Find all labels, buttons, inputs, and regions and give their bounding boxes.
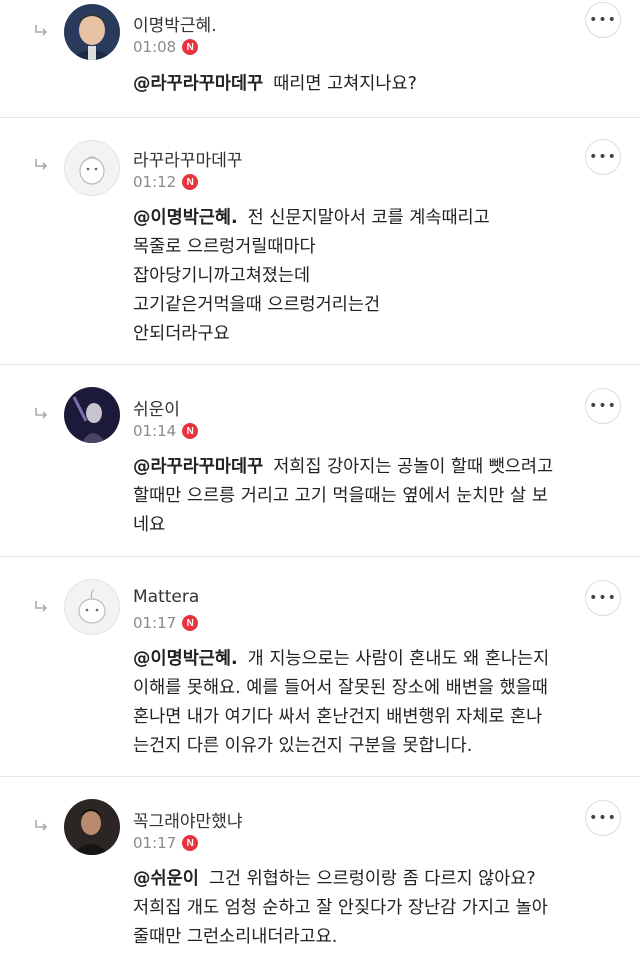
comment-nickname[interactable]: 꼭그래야만했냐: [133, 807, 242, 832]
comment-meta: 01:17 N: [133, 834, 199, 852]
mention-link[interactable]: @라꾸라꾸마데꾸: [133, 457, 263, 477]
comment-item: 라꾸라꾸마데꾸 01:12 N ••• @이명박근혜. 전 신문지말아서 코를 계…: [0, 118, 640, 365]
more-options-button[interactable]: •••: [585, 2, 621, 38]
reply-arrow-icon: [35, 408, 48, 419]
mention-link[interactable]: @라꾸라꾸마데꾸: [133, 74, 263, 94]
mention-link[interactable]: @이명박근혜.: [133, 208, 238, 228]
more-options-button[interactable]: •••: [585, 139, 621, 175]
comment-time: 01:17: [133, 614, 177, 632]
avatar[interactable]: [64, 799, 120, 855]
avatar[interactable]: [64, 579, 120, 635]
new-badge: N: [182, 615, 199, 631]
more-icon: •••: [589, 149, 617, 165]
comment-meta: 01:17 N: [133, 614, 199, 632]
new-badge: N: [182, 39, 199, 55]
reply-arrow-icon: [35, 159, 48, 170]
comment-nickname[interactable]: 쉬운이: [133, 395, 180, 420]
comment-body: @라꾸라꾸마데꾸 때리면 고쳐지나요?: [133, 74, 417, 94]
avatar[interactable]: [64, 4, 120, 60]
more-icon: •••: [589, 810, 617, 826]
reply-arrow-icon: [35, 25, 48, 36]
comment-item: 꼭그래야만했냐 01:17 N ••• @쉬운이 그건 위협하는 으르렁이랑 좀 …: [0, 777, 640, 954]
new-badge: N: [182, 423, 199, 439]
comment-time: 01:12: [133, 173, 177, 191]
comment-meta: 01:12 N: [133, 173, 199, 191]
comment-meta: 01:08 N: [133, 38, 199, 56]
comment-item: 이명박근혜. 01:08 N ••• @라꾸라꾸마데꾸 때리면 고쳐지나요?: [0, 0, 640, 118]
more-options-button[interactable]: •••: [585, 800, 621, 836]
comment-body: @이명박근혜. 개 지능으로는 사람이 혼내도 왜 혼나는지 이해를 못해요. 예…: [133, 649, 550, 756]
comment-item: 쉬운이 01:14 N ••• @라꾸라꾸마데꾸 저희집 강아지는 공놀이 할때 …: [0, 365, 640, 557]
comment-nickname[interactable]: Mattera: [133, 587, 199, 607]
more-options-button[interactable]: •••: [585, 388, 621, 424]
comment-item: Mattera 01:17 N ••• @이명박근혜. 개 지능으로는 사람이 혼…: [0, 557, 640, 777]
reply-arrow-icon: [35, 601, 48, 612]
comment-nickname[interactable]: 라꾸라꾸마데꾸: [133, 146, 242, 171]
comment-time: 01:14: [133, 422, 177, 440]
more-icon: •••: [589, 12, 617, 28]
mention-link[interactable]: @이명박근혜.: [133, 649, 238, 669]
comment-time: 01:17: [133, 834, 177, 852]
comment-body: @쉬운이 그건 위협하는 으르렁이랑 좀 다르지 않아요? 저희집 개도 엄청 순…: [133, 869, 548, 947]
mention-link[interactable]: @쉬운이: [133, 869, 199, 889]
more-icon: •••: [589, 398, 617, 414]
avatar[interactable]: [64, 387, 120, 443]
comment-time: 01:08: [133, 38, 177, 56]
avatar[interactable]: [64, 140, 120, 196]
more-options-button[interactable]: •••: [585, 580, 621, 616]
comment-body: @라꾸라꾸마데꾸 저희집 강아지는 공놀이 할때 뺏으려고 할때만 으르릉 거리고…: [133, 457, 554, 535]
comment-nickname[interactable]: 이명박근혜.: [133, 11, 217, 36]
more-icon: •••: [589, 590, 617, 606]
new-badge: N: [182, 174, 199, 190]
reply-arrow-icon: [35, 820, 48, 831]
comment-body: @이명박근혜. 전 신문지말아서 코를 계속때리고 목줄로 으르렁거릴때마다 잡아…: [133, 208, 490, 344]
new-badge: N: [182, 835, 199, 851]
comment-meta: 01:14 N: [133, 422, 199, 440]
